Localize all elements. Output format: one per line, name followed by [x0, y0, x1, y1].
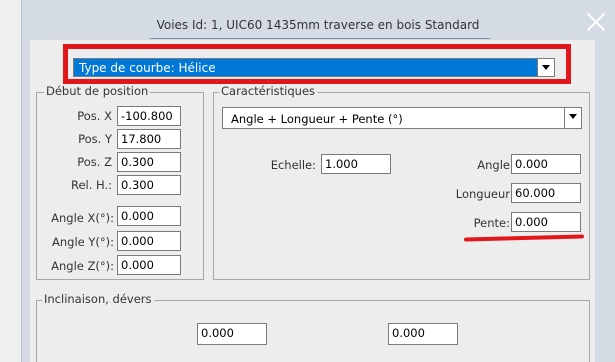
caracteristiques-label: Caractéristiques [219, 84, 318, 98]
title-underline [150, 38, 490, 39]
angle-z-label: Angle Z(°): [51, 259, 114, 273]
window-title: Voies Id: 1, UIC60 1435mm traverse en bo… [156, 18, 480, 32]
pente-input[interactable]: 0.000 [511, 212, 581, 232]
curve-type-select[interactable]: Type de courbe: Hélice [73, 58, 555, 77]
mode-value: Angle + Longueur + Pente (°) [231, 112, 403, 126]
pos-y-input[interactable]: 17.800 [117, 129, 181, 149]
pos-z-input[interactable]: 0.300 [117, 152, 181, 172]
close-icon[interactable] [584, 10, 608, 34]
curve-type-value: Type de courbe: Hélice [79, 61, 216, 75]
echelle-label: Echelle: [270, 158, 316, 172]
angle-y-input[interactable]: 0.000 [117, 231, 181, 251]
pos-x-input[interactable]: -100.800 [117, 106, 181, 126]
debut-position-label: Début de position [44, 84, 151, 98]
angle-x-label: Angle X(°): [51, 211, 114, 225]
inclinaison-input-2[interactable]: 0.000 [388, 323, 458, 345]
rel-h-input[interactable]: 0.300 [117, 175, 181, 195]
angle-x-input[interactable]: 0.000 [117, 206, 181, 226]
pos-z-label: Pos. Z [77, 155, 112, 169]
pente-label: Pente: [473, 216, 510, 230]
angle-y-label: Angle Y(°): [51, 235, 114, 249]
inclinaison-label: Inclinaison, dévers [42, 292, 154, 306]
angle-z-input[interactable]: 0.000 [117, 255, 181, 275]
pos-x-label: Pos. X [77, 109, 112, 123]
pos-y-label: Pos. Y [78, 132, 112, 146]
inclinaison-group [36, 300, 590, 362]
angle-input[interactable]: 0.000 [511, 154, 581, 174]
longueur-label: Longueur [455, 187, 510, 201]
echelle-input[interactable]: 1.000 [321, 154, 391, 174]
chevron-down-icon[interactable] [564, 108, 581, 128]
longueur-input[interactable]: 60.000 [511, 183, 581, 203]
rel-h-label: Rel. H.: [70, 178, 112, 192]
inclinaison-input-1[interactable]: 0.000 [197, 323, 267, 345]
mode-select[interactable]: Angle + Longueur + Pente (°) [222, 107, 582, 129]
angle-label: Angle [477, 158, 510, 172]
chevron-down-icon[interactable] [537, 59, 554, 76]
